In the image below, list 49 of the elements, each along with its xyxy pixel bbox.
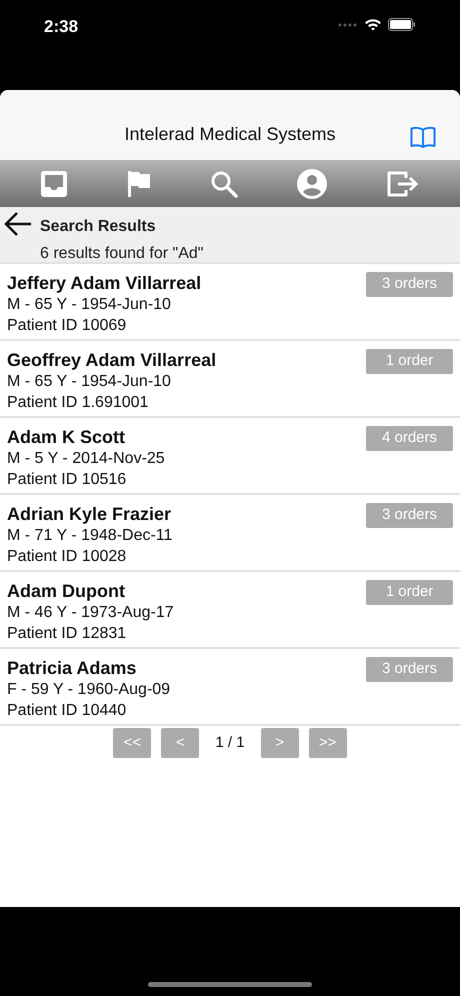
logout-icon[interactable] bbox=[386, 170, 420, 198]
patient-row[interactable]: Adam Dupont M - 46 Y - 1973-Aug-17 Patient ID 12831 1 order bbox=[0, 572, 460, 649]
account-icon[interactable] bbox=[297, 168, 328, 198]
flag-icon[interactable] bbox=[126, 170, 151, 198]
patient-id: Patient ID 10028 bbox=[7, 547, 128, 567]
battery-icon bbox=[388, 18, 416, 31]
last-page-button[interactable]: >> bbox=[308, 728, 347, 758]
patient-details: M - 65 Y - 1954-Jun-10 bbox=[7, 295, 172, 315]
patient-row[interactable]: Patricia Adams F - 59 Y - 1960-Aug-09 Patient ID 10440 3 orders bbox=[0, 649, 460, 726]
orders-badge[interactable]: 3 orders bbox=[366, 272, 453, 297]
orders-badge[interactable]: 1 order bbox=[366, 349, 453, 374]
patient-name: Adam Dupont bbox=[7, 580, 126, 602]
patient-details: M - 65 Y - 1954-Jun-10 bbox=[7, 372, 172, 392]
book-icon[interactable] bbox=[410, 126, 436, 148]
patient-row[interactable]: Jeffery Adam Villarreal M - 65 Y - 1954-Jun-10 Patient ID 10069 3 orders bbox=[0, 264, 460, 341]
patient-details: F - 59 Y - 1960-Aug-09 bbox=[7, 680, 170, 700]
patient-id: Patient ID 10069 bbox=[7, 316, 128, 336]
patient-name: Adrian Kyle Frazier bbox=[7, 503, 172, 525]
previous-page-button[interactable]: < bbox=[161, 728, 200, 758]
signal-icon bbox=[338, 22, 358, 26]
search-icon[interactable] bbox=[210, 170, 238, 198]
wifi-icon bbox=[364, 18, 382, 31]
orders-badge[interactable]: 3 orders bbox=[366, 657, 453, 682]
app-title: Intelerad Medical Systems bbox=[124, 123, 336, 146]
patient-name: Geoffrey Adam Villarreal bbox=[7, 349, 216, 371]
status-time: 2:38 bbox=[44, 16, 78, 38]
page-indicator: 1 / 1 bbox=[214, 732, 246, 753]
first-page-button[interactable]: << bbox=[113, 728, 152, 758]
orders-badge[interactable]: 3 orders bbox=[366, 503, 453, 528]
results-title: Search Results bbox=[40, 217, 157, 237]
patient-row[interactable]: Adrian Kyle Frazier M - 71 Y - 1948-Dec-11 Patient ID 10028 3 orders bbox=[0, 495, 460, 572]
patient-details: M - 71 Y - 1948-Dec-11 bbox=[7, 526, 172, 546]
results-count: 6 results found for "Ad" bbox=[40, 244, 204, 264]
inbox-icon[interactable] bbox=[40, 170, 68, 198]
patient-id: Patient ID 1.691001 bbox=[7, 393, 150, 413]
patient-name: Patricia Adams bbox=[7, 657, 138, 679]
next-page-button[interactable]: > bbox=[260, 728, 299, 758]
patient-row[interactable]: Geoffrey Adam Villarreal M - 65 Y - 1954-Jun-10 Patient ID 1.691001 1 order bbox=[0, 341, 460, 418]
patient-name: Jeffery Adam Villarreal bbox=[7, 272, 202, 294]
orders-badge[interactable]: 4 orders bbox=[366, 426, 453, 451]
patient-id: Patient ID 10516 bbox=[7, 470, 128, 490]
patient-details: M - 46 Y - 1973-Aug-17 bbox=[7, 603, 174, 623]
patient-name: Adam K Scott bbox=[7, 426, 126, 448]
back-icon[interactable] bbox=[4, 211, 32, 237]
patient-id: Patient ID 10440 bbox=[7, 701, 128, 721]
patient-id: Patient ID 12831 bbox=[7, 624, 128, 644]
patient-details: M - 5 Y - 2014-Nov-25 bbox=[7, 449, 165, 469]
patient-row[interactable]: Adam K Scott M - 5 Y - 2014-Nov-25 Patient ID 10516 4 orders bbox=[0, 418, 460, 495]
orders-badge[interactable]: 1 order bbox=[366, 580, 453, 605]
